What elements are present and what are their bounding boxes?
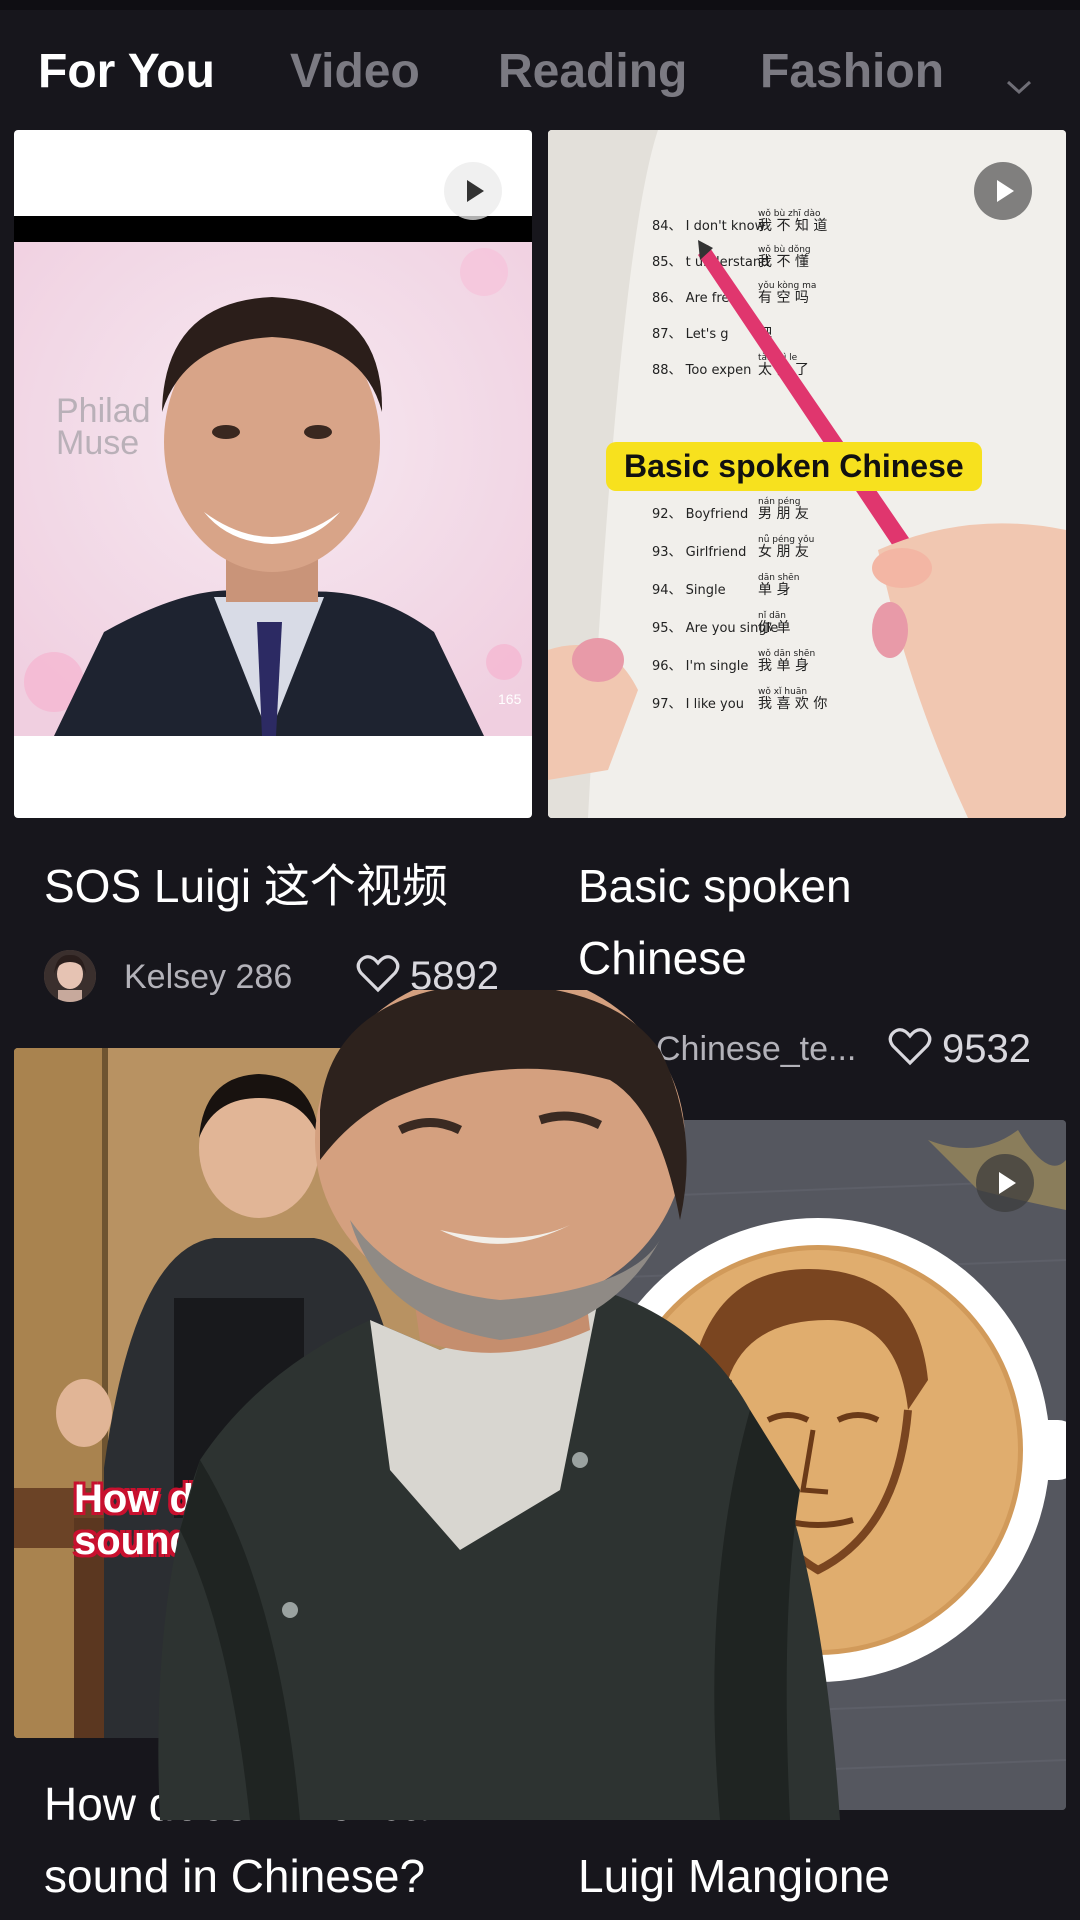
overlay-sticker-photo bbox=[158, 990, 841, 1820]
vocab-line: 84、 I don't know bbox=[652, 219, 766, 234]
vocab-pinyin: wǒ xǐ huān bbox=[758, 686, 807, 697]
like-count: 9532 bbox=[942, 1027, 1031, 1071]
vocab-chinese: 你 单 bbox=[758, 620, 790, 636]
card-title[interactable]: Luigi Mangione bbox=[578, 1840, 1048, 1912]
vocab-pinyin: nǚ péng yǒu bbox=[758, 534, 814, 545]
vocab-chinese: 单 身 bbox=[758, 582, 790, 598]
tab-reading[interactable]: Reading bbox=[498, 44, 687, 99]
vocab-pinyin: wǒ dān shēn bbox=[758, 648, 815, 659]
side-count: 165 bbox=[498, 691, 522, 707]
vocab-chinese: 我 不 知 道 bbox=[758, 217, 827, 234]
play-icon[interactable] bbox=[974, 162, 1032, 220]
play-icon[interactable] bbox=[976, 1154, 1034, 1212]
vocab-line: 93、 Girlfriend bbox=[652, 545, 746, 560]
heart-icon[interactable] bbox=[356, 954, 400, 994]
vocab-line: 88、 Too expen bbox=[652, 363, 751, 378]
card-title[interactable]: Basic spoken Chinese bbox=[578, 850, 1048, 994]
play-icon[interactable] bbox=[444, 162, 502, 220]
vocab-line: 97、 I like you bbox=[652, 697, 744, 712]
video-thumbnail-2[interactable]: 84、 I don't know 我 不 知 道 wǒ bù zhī dào 85、 … bbox=[548, 130, 1066, 818]
vocab-line: 96、 I'm single bbox=[652, 659, 748, 674]
title-line: Chinese bbox=[578, 932, 747, 984]
title-line: sound in Chinese? bbox=[44, 1850, 426, 1902]
video-thumbnail-1[interactable]: Philad Muse 165 bbox=[14, 130, 532, 818]
vocab-chinese: 我 喜 欢 你 bbox=[758, 696, 827, 712]
vocab-chinese: 我 不 懂 bbox=[758, 254, 809, 270]
thumb-banner: Basic spoken Chinese bbox=[606, 442, 982, 491]
vocab-pinyin: dān shēn bbox=[758, 573, 799, 583]
tab-fashion[interactable]: Fashion bbox=[760, 44, 944, 99]
chevron-down-icon[interactable] bbox=[1002, 70, 1036, 104]
vocab-line: 87、 Let's g bbox=[652, 327, 729, 342]
vocab-line: 92、 Boyfriend bbox=[652, 507, 748, 522]
vocab-line: 94、 Single bbox=[652, 583, 726, 598]
card-title[interactable]: SOS Luigi 这个视频 bbox=[44, 850, 514, 922]
vocab-pinyin: nán péng bbox=[758, 496, 800, 507]
status-bar-edge bbox=[0, 0, 1080, 10]
vocab-pinyin: nǐ dān bbox=[758, 611, 786, 621]
vocab-pinyin: wǒ bù zhī dào bbox=[758, 208, 821, 219]
portrait-photo: Philad Muse 165 bbox=[14, 242, 532, 736]
vocab-pinyin: yǒu kòng ma bbox=[758, 280, 816, 291]
svg-text:Muse: Muse bbox=[56, 424, 139, 462]
vocab-chinese: 女 朋 友 bbox=[758, 543, 809, 560]
vocab-pinyin: wǒ bù dǒng bbox=[758, 244, 811, 255]
category-tabs: For You Video Reading Fashion bbox=[0, 30, 1080, 120]
tab-video[interactable]: Video bbox=[290, 44, 420, 99]
vocab-chinese: 男 朋 友 bbox=[758, 506, 809, 522]
vocab-chinese: 我 单 身 bbox=[758, 658, 809, 674]
avatar[interactable] bbox=[44, 950, 96, 1002]
vocab-chinese: 有 空 吗 bbox=[758, 290, 809, 306]
tab-for-you[interactable]: For You bbox=[38, 44, 215, 99]
title-line: Basic spoken bbox=[578, 860, 852, 912]
